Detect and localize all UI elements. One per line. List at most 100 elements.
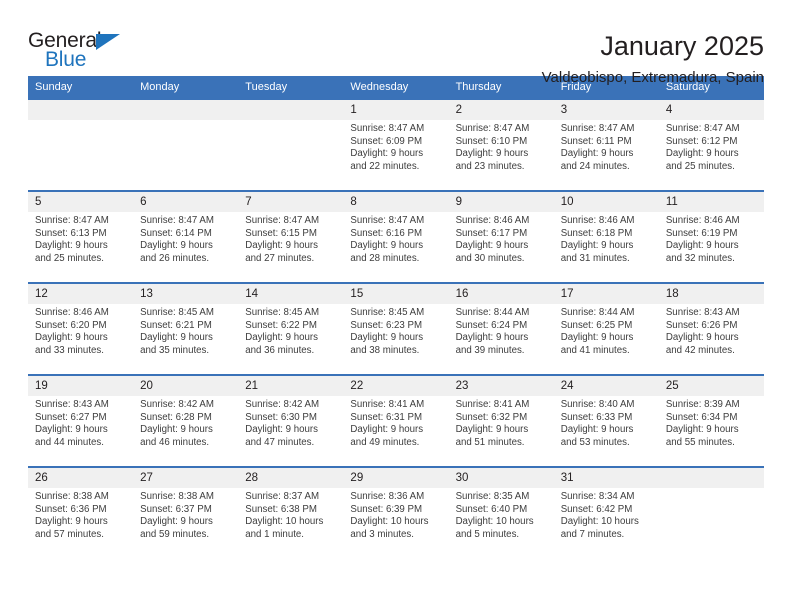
day-cell-15[interactable]: 15 Sunrise: 8:45 AM Sunset: 6:23 PM Dayligh… (343, 284, 449, 372)
day-info-line: Daylight: 9 hours (455, 332, 529, 344)
calendar-cell: 25 Sunrise: 8:39 AM Sunset: 6:34 PM Dayligh… (658, 374, 764, 467)
day-info-line: Sunset: 6:40 PM (455, 503, 528, 515)
day-sun-info: Sunrise: 8:47 AM Sunset: 6:16 PM Daylight:… (343, 212, 448, 265)
day-cell-14[interactable]: 14 Sunrise: 8:45 AM Sunset: 6:22 PM Dayligh… (238, 284, 344, 372)
day-cell-22[interactable]: 22 Sunrise: 8:41 AM Sunset: 6:31 PM Dayligh… (343, 376, 449, 464)
day-number: 27 (133, 468, 239, 488)
day-info-line: and 55 minutes. (665, 436, 735, 448)
day-number: 19 (28, 376, 134, 396)
day-info-line: and 35 minutes. (140, 344, 210, 356)
day-number: 2 (448, 100, 554, 120)
day-cell-25[interactable]: 25 Sunrise: 8:39 AM Sunset: 6:34 PM Dayligh… (658, 376, 764, 464)
day-info-line: Sunrise: 8:46 AM (665, 215, 740, 226)
day-cell-12[interactable]: 12 Sunrise: 8:46 AM Sunset: 6:20 PM Dayligh… (28, 284, 134, 372)
day-cell-31[interactable]: 31 Sunrise: 8:34 AM Sunset: 6:42 PM Dayligh… (553, 468, 659, 556)
calendar-cell: 20 Sunrise: 8:42 AM Sunset: 6:28 PM Dayligh… (133, 374, 239, 467)
day-info-line: Sunrise: 8:42 AM (245, 399, 320, 410)
day-cell-8[interactable]: 8 Sunrise: 8:47 AM Sunset: 6:16 PM Daylight… (343, 192, 449, 280)
day-info-line: Daylight: 10 hours (455, 516, 534, 528)
calendar-cell: 6 Sunrise: 8:47 AM Sunset: 6:14 PM Daylight… (133, 190, 239, 283)
day-info-line: Sunrise: 8:41 AM (455, 399, 530, 410)
weekday-header-thursday: Thursday (448, 76, 554, 99)
day-info-line: Sunset: 6:21 PM (140, 319, 212, 331)
day-cell-24[interactable]: 24 Sunrise: 8:40 AM Sunset: 6:33 PM Dayligh… (553, 376, 659, 464)
day-cell-10[interactable]: 10 Sunrise: 8:46 AM Sunset: 6:18 PM Dayligh… (553, 192, 659, 280)
day-info-line: and 46 minutes. (140, 436, 210, 448)
day-number: 18 (658, 284, 764, 304)
day-info-line: Sunset: 6:24 PM (455, 319, 528, 331)
day-sun-info: Sunrise: 8:44 AM Sunset: 6:25 PM Daylight:… (554, 304, 659, 357)
day-number: 14 (238, 284, 344, 304)
day-cell-9[interactable]: 9 Sunrise: 8:46 AM Sunset: 6:17 PM Daylight… (448, 192, 554, 280)
day-number: 16 (448, 284, 554, 304)
day-info-line: Sunset: 6:14 PM (140, 227, 212, 239)
calendar-cell: 18 Sunrise: 8:43 AM Sunset: 6:26 PM Dayligh… (658, 282, 764, 375)
day-info-line: and 39 minutes. (455, 344, 525, 356)
day-sun-info (238, 120, 343, 123)
day-info-line: Sunset: 6:12 PM (665, 135, 738, 147)
day-cell-empty (238, 100, 344, 188)
day-info-line: and 49 minutes. (350, 436, 420, 448)
day-cell-13[interactable]: 13 Sunrise: 8:45 AM Sunset: 6:21 PM Dayligh… (133, 284, 239, 372)
day-info-line: and 7 minutes. (560, 528, 625, 540)
day-number: 4 (658, 100, 764, 120)
day-number: 13 (133, 284, 239, 304)
day-info-line: Daylight: 9 hours (35, 424, 108, 436)
day-sun-info: Sunrise: 8:47 AM Sunset: 6:09 PM Daylight:… (343, 120, 448, 173)
day-sun-info: Sunrise: 8:46 AM Sunset: 6:19 PM Daylight:… (659, 212, 764, 265)
day-info-line: Sunset: 6:20 PM (35, 319, 107, 331)
day-info-line: Sunrise: 8:38 AM (140, 491, 214, 502)
day-info-line: Sunrise: 8:47 AM (245, 215, 320, 226)
day-info-line: Daylight: 9 hours (560, 332, 634, 344)
day-cell-16[interactable]: 16 Sunrise: 8:44 AM Sunset: 6:24 PM Dayligh… (448, 284, 554, 372)
day-info-line: and 22 minutes. (350, 160, 420, 172)
day-sun-info: Sunrise: 8:34 AM Sunset: 6:42 PM Daylight:… (554, 488, 659, 541)
day-cell-6[interactable]: 6 Sunrise: 8:47 AM Sunset: 6:14 PM Daylight… (133, 192, 239, 280)
day-info-line: and 32 minutes. (665, 252, 735, 264)
day-cell-5[interactable]: 5 Sunrise: 8:47 AM Sunset: 6:13 PM Daylight… (28, 192, 134, 280)
day-info-line: Sunset: 6:19 PM (665, 227, 738, 239)
day-info-line: and 27 minutes. (245, 252, 315, 264)
day-info-line: and 36 minutes. (245, 344, 315, 356)
day-cell-30[interactable]: 30 Sunrise: 8:35 AM Sunset: 6:40 PM Dayligh… (448, 468, 554, 556)
day-cell-27[interactable]: 27 Sunrise: 8:38 AM Sunset: 6:37 PM Dayligh… (133, 468, 239, 556)
calendar-cell: 16 Sunrise: 8:44 AM Sunset: 6:24 PM Dayligh… (448, 282, 554, 375)
day-cell-23[interactable]: 23 Sunrise: 8:41 AM Sunset: 6:32 PM Dayligh… (448, 376, 554, 464)
day-cell-3[interactable]: 3 Sunrise: 8:47 AM Sunset: 6:11 PM Daylight… (553, 100, 659, 188)
day-cell-4[interactable]: 4 Sunrise: 8:47 AM Sunset: 6:12 PM Daylight… (658, 100, 764, 188)
day-number: 29 (343, 468, 449, 488)
day-cell-21[interactable]: 21 Sunrise: 8:42 AM Sunset: 6:30 PM Dayligh… (238, 376, 344, 464)
day-number: 1 (343, 100, 449, 120)
day-cell-18[interactable]: 18 Sunrise: 8:43 AM Sunset: 6:26 PM Dayligh… (658, 284, 764, 372)
calendar-cell: 3 Sunrise: 8:47 AM Sunset: 6:11 PM Daylight… (553, 98, 659, 191)
day-number (133, 100, 239, 120)
day-cell-7[interactable]: 7 Sunrise: 8:47 AM Sunset: 6:15 PM Daylight… (238, 192, 344, 280)
day-info-line: Sunset: 6:42 PM (560, 503, 633, 515)
calendar-cell (658, 466, 764, 558)
day-sun-info: Sunrise: 8:42 AM Sunset: 6:30 PM Daylight:… (238, 396, 343, 449)
day-sun-info: Sunrise: 8:46 AM Sunset: 6:20 PM Daylight:… (28, 304, 133, 357)
calendar-cell: 27 Sunrise: 8:38 AM Sunset: 6:37 PM Dayligh… (133, 466, 239, 558)
day-cell-2[interactable]: 2 Sunrise: 8:47 AM Sunset: 6:10 PM Daylight… (448, 100, 554, 188)
day-cell-20[interactable]: 20 Sunrise: 8:42 AM Sunset: 6:28 PM Dayligh… (133, 376, 239, 464)
day-number: 20 (133, 376, 239, 396)
day-cell-28[interactable]: 28 Sunrise: 8:37 AM Sunset: 6:38 PM Dayligh… (238, 468, 344, 556)
day-number: 21 (238, 376, 344, 396)
calendar-cell: 13 Sunrise: 8:45 AM Sunset: 6:21 PM Dayligh… (133, 282, 239, 375)
day-info-line: Sunset: 6:25 PM (560, 319, 633, 331)
day-cell-29[interactable]: 29 Sunrise: 8:36 AM Sunset: 6:39 PM Dayligh… (343, 468, 449, 556)
title-block: January 2025 Valdeobispo, Extremadura, S… (542, 30, 764, 88)
calendar-week-row: 5 Sunrise: 8:47 AM Sunset: 6:13 PM Daylight… (28, 190, 764, 283)
day-number: 31 (553, 468, 659, 488)
day-cell-11[interactable]: 11 Sunrise: 8:46 AM Sunset: 6:19 PM Dayligh… (658, 192, 764, 280)
day-cell-17[interactable]: 17 Sunrise: 8:44 AM Sunset: 6:25 PM Dayligh… (553, 284, 659, 372)
day-cell-19[interactable]: 19 Sunrise: 8:43 AM Sunset: 6:27 PM Dayligh… (28, 376, 134, 464)
brand-logo[interactable]: General Blue (28, 30, 140, 76)
day-info-line: and 53 minutes. (560, 436, 630, 448)
calendar-week-row: 26 Sunrise: 8:38 AM Sunset: 6:36 PM Dayligh… (28, 466, 764, 558)
calendar-cell: 29 Sunrise: 8:36 AM Sunset: 6:39 PM Dayligh… (343, 466, 449, 558)
day-info-line: Daylight: 10 hours (245, 516, 324, 528)
day-info-line: Sunset: 6:13 PM (35, 227, 107, 239)
day-cell-26[interactable]: 26 Sunrise: 8:38 AM Sunset: 6:36 PM Dayligh… (28, 468, 134, 556)
day-cell-1[interactable]: 1 Sunrise: 8:47 AM Sunset: 6:09 PM Daylight… (343, 100, 449, 188)
